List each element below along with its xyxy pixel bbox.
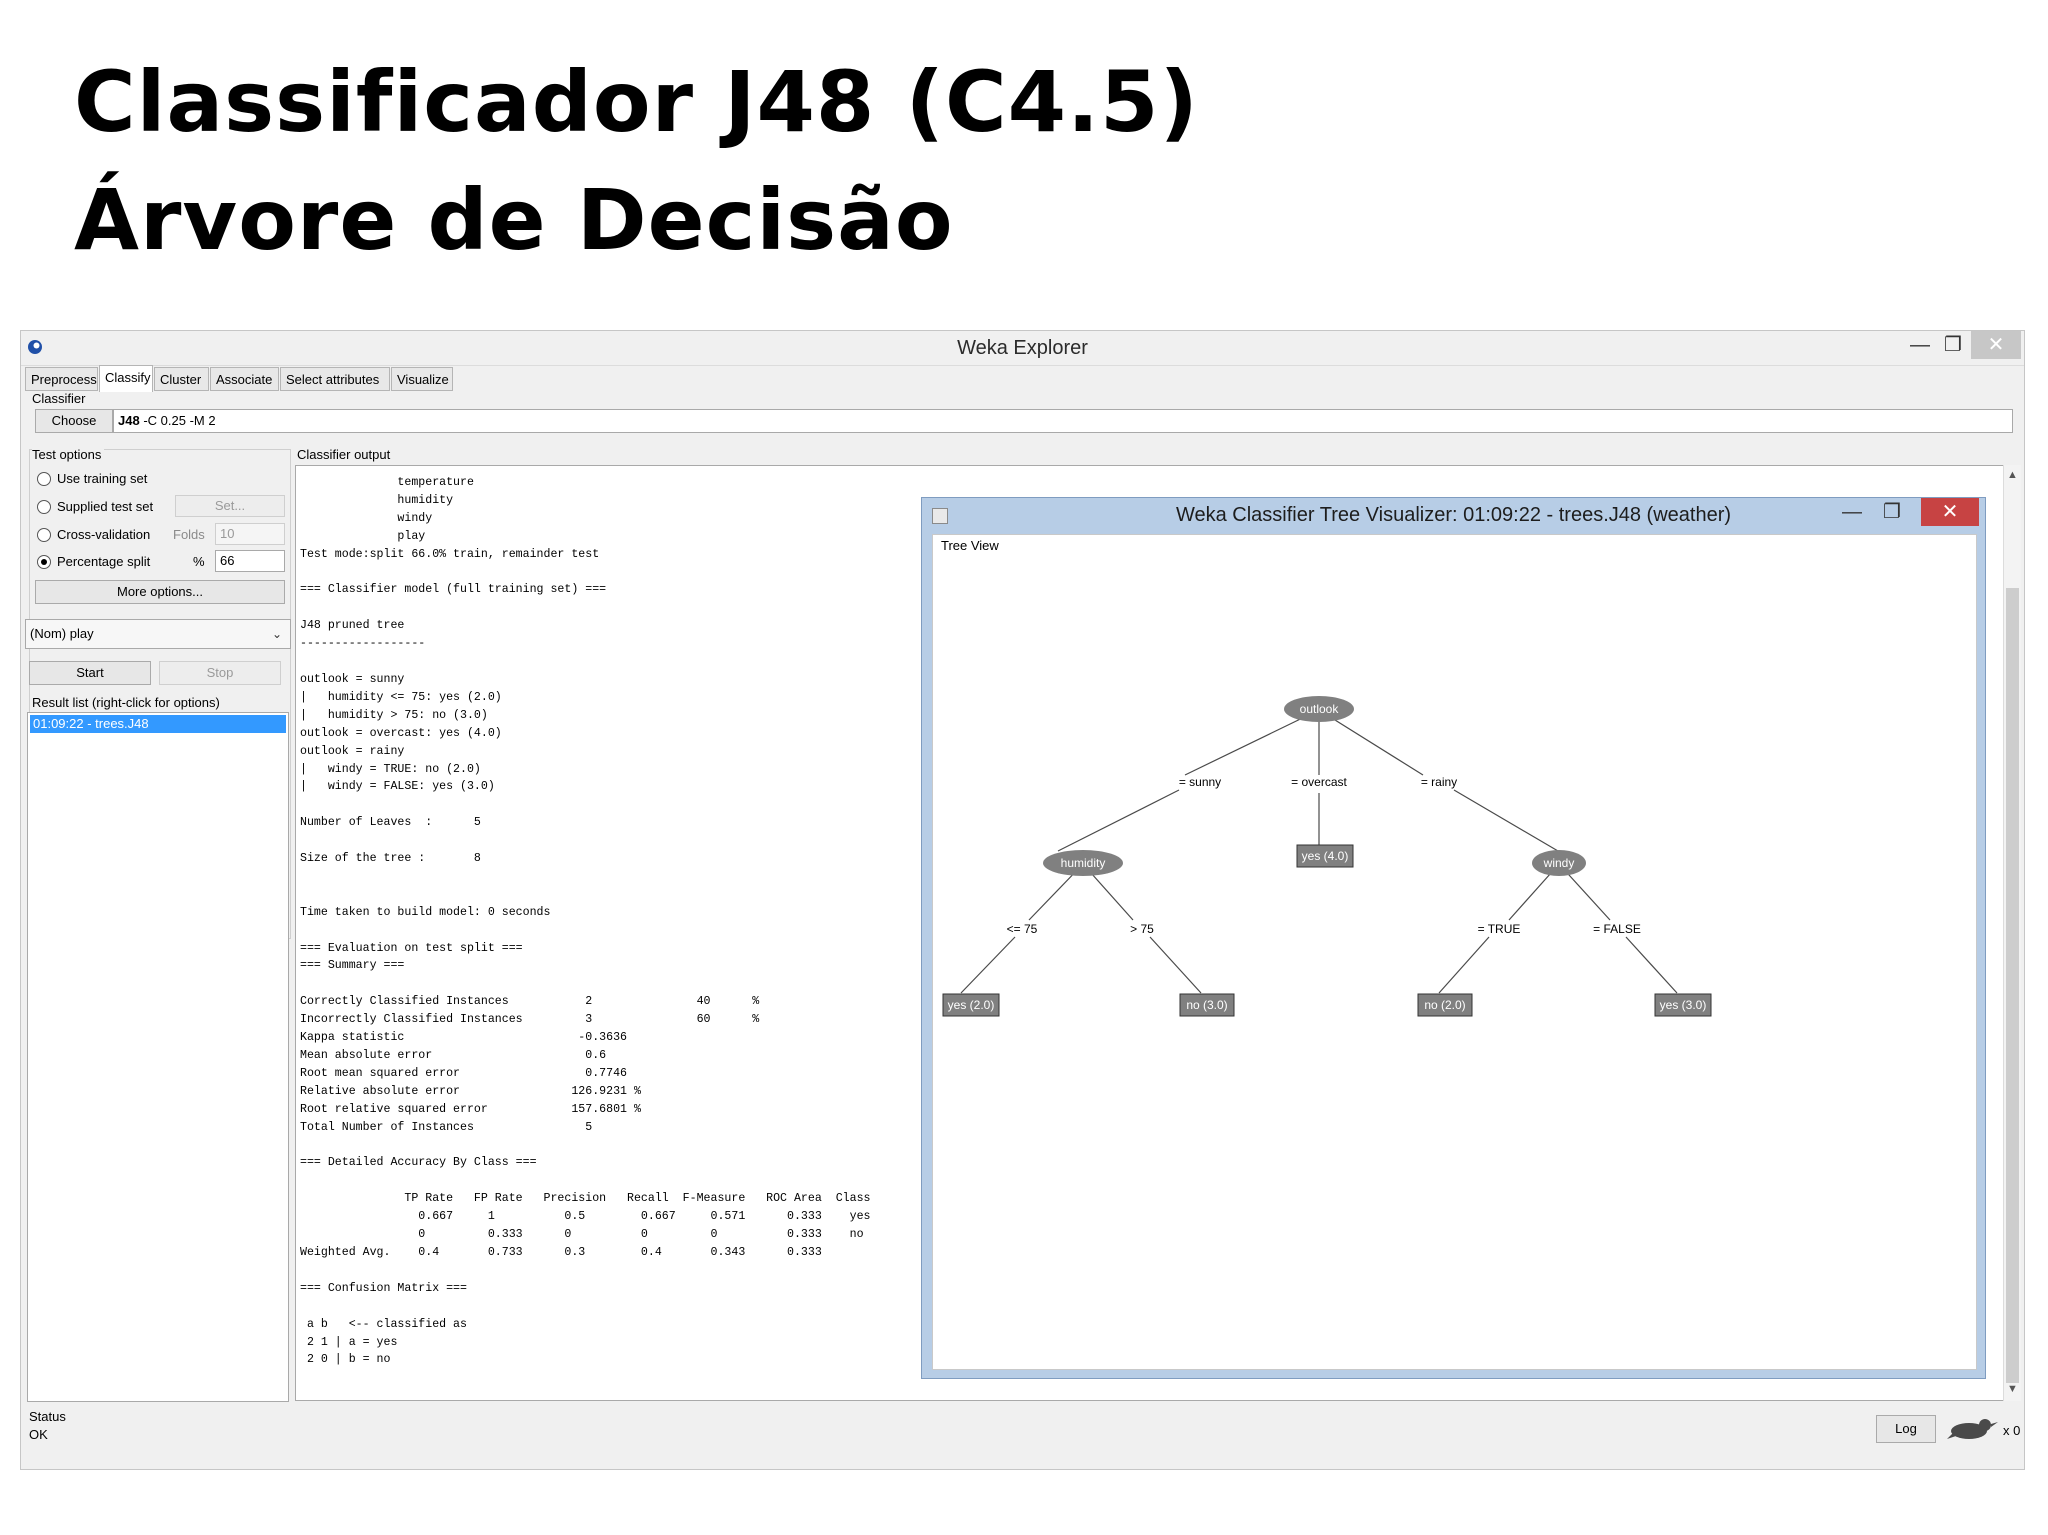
- task-count: x 0: [2003, 1423, 2021, 1438]
- explorer-close-button[interactable]: ✕: [1971, 331, 2021, 359]
- more-options-button[interactable]: More options...: [35, 580, 285, 604]
- set-test-set-button[interactable]: Set...: [175, 495, 285, 517]
- classifier-name: J48: [118, 413, 140, 428]
- tree-leaf-windy-false-label: yes (3.0): [1660, 998, 1707, 1012]
- tree-leaf-humidity-le-label: yes (2.0): [948, 998, 995, 1012]
- explorer-window-title: Weka Explorer: [957, 337, 1088, 359]
- cross-validation-radio[interactable]: [37, 528, 51, 542]
- classifier-output-text: temperature humidity windy play Test mod…: [300, 476, 871, 1367]
- result-list-item[interactable]: 01:09:22 - trees.J48: [30, 715, 286, 733]
- status-value: OK: [29, 1427, 48, 1442]
- scroll-down-icon[interactable]: ▼: [2004, 1383, 2021, 1395]
- edge-humidity-gt-lower: [1149, 936, 1202, 994]
- classifier-group-label: Classifier: [32, 391, 86, 406]
- visualizer-minimize-button[interactable]: —: [1837, 498, 1867, 526]
- edge-label-windy-true: = TRUE: [1478, 922, 1521, 936]
- percentage-split-radio[interactable]: [37, 555, 51, 569]
- edge-label-humidity-gt: > 75: [1130, 922, 1154, 936]
- edge-label-overcast: = overcast: [1291, 775, 1347, 789]
- slide-title-line-2: Árvore de Decisão: [74, 171, 954, 269]
- status-label: Status: [29, 1409, 66, 1424]
- tree-node-outlook-label: outlook: [1300, 702, 1340, 716]
- percent-label: %: [193, 554, 205, 569]
- decision-tree-diagram: = sunny = overcast = rainy <= 75 > 75 = …: [942, 696, 1712, 1017]
- stop-button[interactable]: Stop: [159, 661, 281, 685]
- folds-input[interactable]: 10: [215, 523, 285, 545]
- edge-windy-false-lower: [1625, 936, 1678, 994]
- tab-classify[interactable]: Classify: [99, 365, 153, 392]
- class-attribute-select[interactable]: (Nom) play ⌄: [25, 619, 291, 649]
- weka-bird-icon: [1947, 1419, 1998, 1439]
- slide-title-line-1: Classificador J48 (C4.5): [74, 53, 1199, 151]
- percentage-split-input[interactable]: 66: [215, 550, 285, 572]
- tab-associate[interactable]: Associate: [210, 367, 279, 391]
- use-training-set-radio[interactable]: [37, 472, 51, 486]
- edge-label-sunny: = sunny: [1179, 775, 1221, 789]
- start-button[interactable]: Start: [29, 661, 151, 685]
- edge-outlook-sunny-lower: [1057, 789, 1180, 852]
- tree-leaf-overcast-label: yes (4.0): [1302, 849, 1349, 863]
- tree-node-humidity-label: humidity: [1061, 856, 1106, 870]
- edge-windy-true-lower: [1438, 936, 1490, 994]
- use-training-set-label: Use training set: [57, 471, 148, 486]
- edge-humidity-le-lower: [960, 936, 1016, 994]
- edge-label-rainy: = rainy: [1421, 775, 1457, 789]
- cross-validation-label: Cross-validation: [57, 527, 151, 542]
- tree-view-panel[interactable]: Tree View = sunny = overcast = rainy <= …: [932, 534, 1977, 1370]
- chevron-down-icon: ⌄: [271, 627, 282, 641]
- class-attribute-value: (Nom) play: [30, 626, 94, 641]
- classifier-config-field[interactable]: J48 -C 0.25 -M 2: [113, 409, 2013, 433]
- tree-node-windy-label: windy: [1543, 856, 1575, 870]
- tree-visualizer-window: Weka Classifier Tree Visualizer: 01:09:2…: [921, 497, 1986, 1379]
- edge-outlook-sunny-upper: [1184, 709, 1320, 776]
- visualizer-maximize-button[interactable]: ❐: [1877, 498, 1907, 526]
- scroll-up-icon[interactable]: ▲: [2004, 469, 2021, 481]
- weka-explorer-window: Weka Explorer — ❐ ✕ Preprocess Classify …: [20, 330, 2025, 1470]
- result-list-label: Result list (right-click for options): [32, 695, 220, 710]
- tree-leaf-humidity-gt-label: no (3.0): [1186, 998, 1227, 1012]
- explorer-titlebar: Weka Explorer — ❐ ✕: [21, 331, 2024, 366]
- test-options-label: Test options: [32, 447, 105, 462]
- folds-label: Folds: [173, 527, 205, 542]
- percentage-split-label: Percentage split: [57, 554, 151, 569]
- choose-classifier-button[interactable]: Choose: [35, 409, 113, 433]
- tab-cluster[interactable]: Cluster: [154, 367, 209, 391]
- visualizer-close-button[interactable]: ✕: [1921, 498, 1979, 526]
- explorer-minimize-button[interactable]: —: [1905, 331, 1935, 359]
- edge-outlook-rainy-lower: [1453, 789, 1559, 852]
- tree-leaf-windy-true-label: no (2.0): [1424, 998, 1465, 1012]
- output-scrollbar[interactable]: ▲ ▼: [2003, 465, 2021, 1401]
- status-bar: Status OK Log x 0: [21, 1405, 2024, 1469]
- explorer-maximize-button[interactable]: ❐: [1938, 331, 1968, 359]
- edge-label-windy-false: = FALSE: [1593, 922, 1641, 936]
- supplied-test-set-label: Supplied test set: [57, 499, 154, 514]
- tab-preprocess[interactable]: Preprocess: [25, 367, 98, 391]
- classifier-options: -C 0.25 -M 2: [143, 413, 216, 428]
- scrollbar-thumb[interactable]: [2006, 588, 2019, 1383]
- result-list[interactable]: 01:09:22 - trees.J48: [27, 712, 289, 1402]
- tab-visualize[interactable]: Visualize: [391, 367, 453, 391]
- supplied-test-set-radio[interactable]: [37, 500, 51, 514]
- classifier-output-label: Classifier output: [297, 447, 391, 462]
- visualizer-window-title: Weka Classifier Tree Visualizer: 01:09:2…: [1175, 504, 1732, 526]
- edge-label-humidity-le: <= 75: [1007, 922, 1038, 936]
- tab-select-attributes[interactable]: Select attributes: [280, 367, 390, 391]
- log-button[interactable]: Log: [1876, 1415, 1936, 1443]
